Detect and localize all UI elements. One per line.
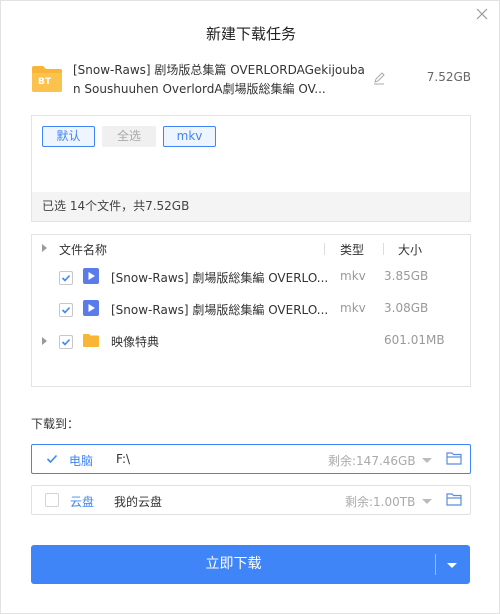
file-type: mkv — [340, 269, 366, 283]
file-row[interactable]: [Snow-Raws] 劇場版総集編 OVERLO... mkv 3.85GB — [32, 263, 470, 291]
edit-icon[interactable] — [372, 71, 386, 85]
browse-folder-icon[interactable] — [446, 451, 462, 465]
video-icon — [83, 268, 99, 284]
filter-panel: 默认 全选 mkv 已选 14个文件，共7.52GB — [31, 115, 471, 222]
column-divider — [324, 243, 325, 255]
download-now-label: 立即下载 — [205, 556, 262, 572]
chevron-down-icon[interactable] — [421, 495, 433, 505]
selection-summary: 已选 14个文件，共7.52GB — [32, 192, 470, 221]
file-name: [Snow-Raws] 劇場版総集編 OVERLO... — [111, 303, 329, 317]
file-checkbox[interactable] — [59, 271, 73, 285]
filter-mkv-chip[interactable]: mkv — [163, 126, 216, 147]
cloud-checkbox[interactable] — [45, 493, 59, 507]
bt-label: BT — [38, 77, 51, 87]
expand-all-icon[interactable] — [42, 244, 47, 252]
file-size: 3.08GB — [384, 301, 429, 315]
download-dialog: 新建下载任务 BT [Snow-Raws] 剧场版总集篇 OVERLORDAGe… — [0, 0, 500, 614]
filter-select-all-chip[interactable]: 全选 — [102, 126, 156, 147]
destination-pc[interactable]: 电脑 F:\ 剩余:147.46GB — [31, 444, 471, 474]
torrent-size: 7.52GB — [426, 70, 471, 84]
file-type: mkv — [340, 301, 366, 315]
download-to-label: 下载到： — [31, 417, 80, 431]
expand-arrow-icon[interactable] — [42, 337, 47, 345]
close-icon[interactable] — [475, 7, 489, 21]
bt-folder-icon: BT — [31, 62, 63, 94]
download-options-caret-icon[interactable] — [444, 557, 460, 573]
file-name: [Snow-Raws] 劇場版総集編 OVERLO... — [111, 271, 329, 285]
video-icon — [83, 300, 99, 316]
folder-row[interactable]: 映像特典 601.01MB — [32, 327, 470, 355]
download-now-button[interactable]: 立即下载 — [31, 545, 470, 584]
file-row[interactable]: [Snow-Raws] 劇場版総集編 OVERLO... mkv 3.08GB — [32, 295, 470, 323]
torrent-file-header: BT [Snow-Raws] 剧场版总集篇 OVERLORDAGekijouba… — [31, 59, 471, 103]
chevron-down-icon[interactable] — [421, 454, 433, 464]
browse-folder-icon[interactable] — [446, 492, 462, 506]
destination-cloud[interactable]: 云盘 我的云盘 剩余:1.00TB — [31, 485, 471, 515]
pc-path[interactable]: F:\ — [116, 452, 130, 466]
file-tree-header: 文件名称 类型 大小 — [32, 235, 470, 263]
button-divider — [435, 554, 436, 575]
cloud-free-space: 剩余:1.00TB — [345, 495, 416, 509]
filter-default-chip[interactable]: 默认 — [42, 126, 95, 147]
dialog-title: 新建下载任务 — [205, 25, 296, 43]
pc-checkbox[interactable] — [46, 453, 58, 465]
folder-checkbox[interactable] — [59, 335, 73, 349]
header-size: 大小 — [398, 243, 423, 257]
header-name: 文件名称 — [59, 243, 108, 257]
column-divider — [383, 243, 384, 255]
torrent-name: [Snow-Raws] 剧场版总集篇 OVERLORDAGekijouban S… — [73, 63, 365, 96]
cloud-path[interactable]: 我的云盘 — [114, 493, 162, 510]
folder-size: 601.01MB — [384, 333, 445, 347]
pc-free-space: 剩余:147.46GB — [328, 454, 416, 468]
file-tree: 文件名称 类型 大小 [Snow-Raws] 劇場版総集編 OVERLO... … — [31, 234, 471, 387]
cloud-label: 云盘 — [70, 495, 95, 509]
file-checkbox[interactable] — [59, 303, 73, 317]
file-size: 3.85GB — [384, 269, 429, 283]
pc-label: 电脑 — [69, 454, 94, 468]
folder-icon — [83, 332, 99, 348]
header-type: 类型 — [340, 243, 365, 257]
folder-name: 映像特典 — [111, 335, 160, 349]
